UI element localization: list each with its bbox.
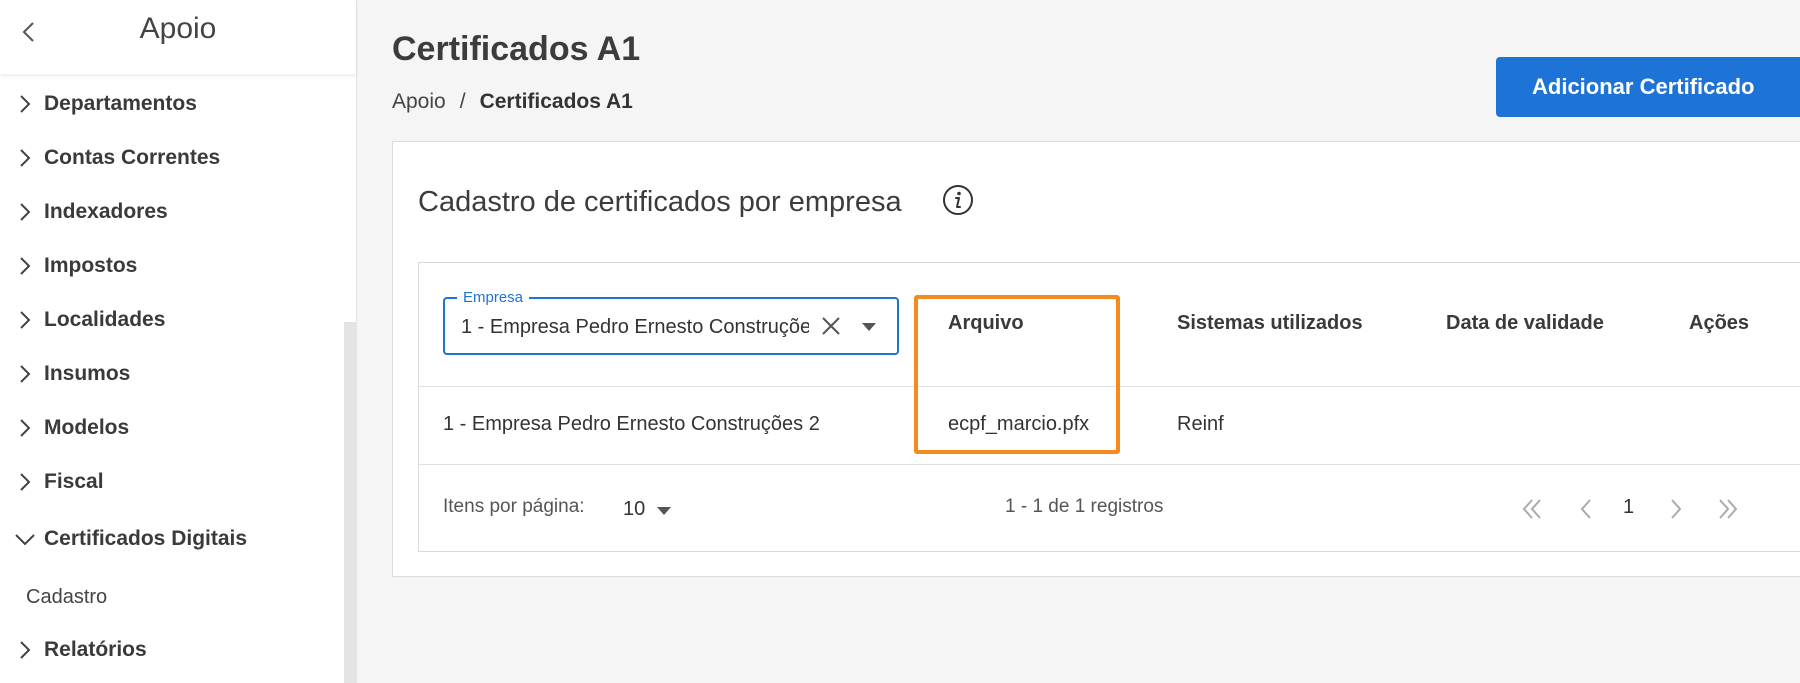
page-title: Certificados A1 bbox=[392, 30, 641, 68]
table-cell-empresa: 1 - Empresa Pedro Ernesto Construções 2 bbox=[443, 413, 820, 435]
chevron-right-icon bbox=[20, 149, 31, 167]
column-header-acoes: Ações bbox=[1689, 312, 1750, 334]
sidebar-item-departamentos[interactable]: Departamentos bbox=[14, 84, 197, 124]
items-per-page-label: Itens por página: bbox=[443, 496, 585, 517]
sidebar-item-insumos[interactable]: Insumos bbox=[14, 354, 130, 394]
last-page-icon[interactable] bbox=[1715, 496, 1741, 522]
clear-icon[interactable] bbox=[820, 315, 842, 337]
chevron-right-icon bbox=[20, 419, 31, 437]
sidebar-item-label: Insumos bbox=[44, 362, 131, 385]
sidebar-item-contas-correntes[interactable]: Contas Correntes bbox=[14, 138, 220, 178]
empresa-select-value[interactable]: 1 - Empresa Pedro Ernesto Construções 2 bbox=[461, 316, 809, 339]
pagination-info: 1 - 1 de 1 registros bbox=[1005, 496, 1164, 517]
sidebar-scrollbar[interactable] bbox=[344, 322, 356, 683]
breadcrumb-separator: / bbox=[459, 90, 466, 113]
empresa-select-label: Empresa bbox=[457, 289, 530, 306]
caret-down-icon[interactable] bbox=[860, 321, 878, 333]
sidebar-item-modelos[interactable]: Modelos bbox=[14, 408, 129, 448]
sidebar-item-label: Impostos bbox=[44, 254, 138, 277]
column-header-validade[interactable]: Data de validade bbox=[1446, 312, 1604, 335]
sidebar-item-label: Relatórios bbox=[44, 638, 147, 661]
column-header-sistemas[interactable]: Sistemas utilizados bbox=[1177, 312, 1363, 335]
breadcrumb-root[interactable]: Apoio bbox=[392, 90, 446, 114]
sidebar-item-label: Modelos bbox=[44, 416, 130, 439]
card-title: Cadastro de certificados por empresa bbox=[418, 186, 902, 218]
sidebar-item-certificados-digitais[interactable]: Certificados Digitais bbox=[14, 519, 247, 559]
table-cell-sistemas: Reinf bbox=[1177, 413, 1224, 435]
sidebar-item-label: Localidades bbox=[44, 308, 166, 331]
sidebar-item-relatorios[interactable]: Relatórios bbox=[14, 630, 147, 670]
info-icon[interactable] bbox=[942, 184, 974, 216]
caret-down-icon[interactable] bbox=[656, 506, 672, 516]
sidebar-item-localidades[interactable]: Localidades bbox=[14, 300, 165, 340]
chevron-right-icon bbox=[20, 473, 31, 491]
previous-page-icon[interactable] bbox=[1573, 496, 1599, 522]
chevron-right-icon bbox=[20, 365, 31, 383]
sidebar-header: Apoio bbox=[0, 0, 356, 74]
current-page-number[interactable]: 1 bbox=[1623, 496, 1634, 519]
breadcrumb-current: Certificados A1 bbox=[479, 90, 633, 113]
breadcrumb: Apoio / Certificados A1 bbox=[392, 90, 633, 114]
chevron-down-icon bbox=[15, 534, 35, 546]
sidebar-item-label: Indexadores bbox=[44, 200, 168, 223]
table-row-divider bbox=[418, 464, 1800, 465]
sidebar-item-fiscal[interactable]: Fiscal bbox=[14, 462, 104, 502]
first-page-icon[interactable] bbox=[1519, 496, 1545, 522]
sidebar: Apoio Departamentos Contas Correntes Ind… bbox=[0, 0, 357, 683]
sidebar-title: Apoio bbox=[139, 12, 217, 45]
items-per-page-select[interactable]: 10 bbox=[623, 498, 645, 521]
next-page-icon[interactable] bbox=[1663, 496, 1689, 522]
chevron-right-icon bbox=[20, 203, 31, 221]
chevron-right-icon bbox=[20, 311, 31, 329]
sidebar-item-label: Departamentos bbox=[44, 92, 197, 115]
sidebar-subitem-cadastro[interactable]: Cadastro bbox=[26, 586, 107, 609]
chevron-right-icon bbox=[20, 641, 31, 659]
add-certificate-button[interactable]: Adicionar Certificado bbox=[1496, 57, 1800, 117]
arquivo-highlight-box bbox=[914, 295, 1120, 454]
sidebar-item-indexadores[interactable]: Indexadores bbox=[14, 192, 168, 232]
sidebar-item-impostos[interactable]: Impostos bbox=[14, 246, 137, 286]
sidebar-item-label: Contas Correntes bbox=[44, 146, 221, 169]
chevron-right-icon bbox=[20, 95, 31, 113]
sidebar-item-label: Fiscal bbox=[44, 470, 104, 493]
sidebar-item-label: Certificados Digitais bbox=[44, 527, 248, 550]
chevron-right-icon bbox=[20, 257, 31, 275]
